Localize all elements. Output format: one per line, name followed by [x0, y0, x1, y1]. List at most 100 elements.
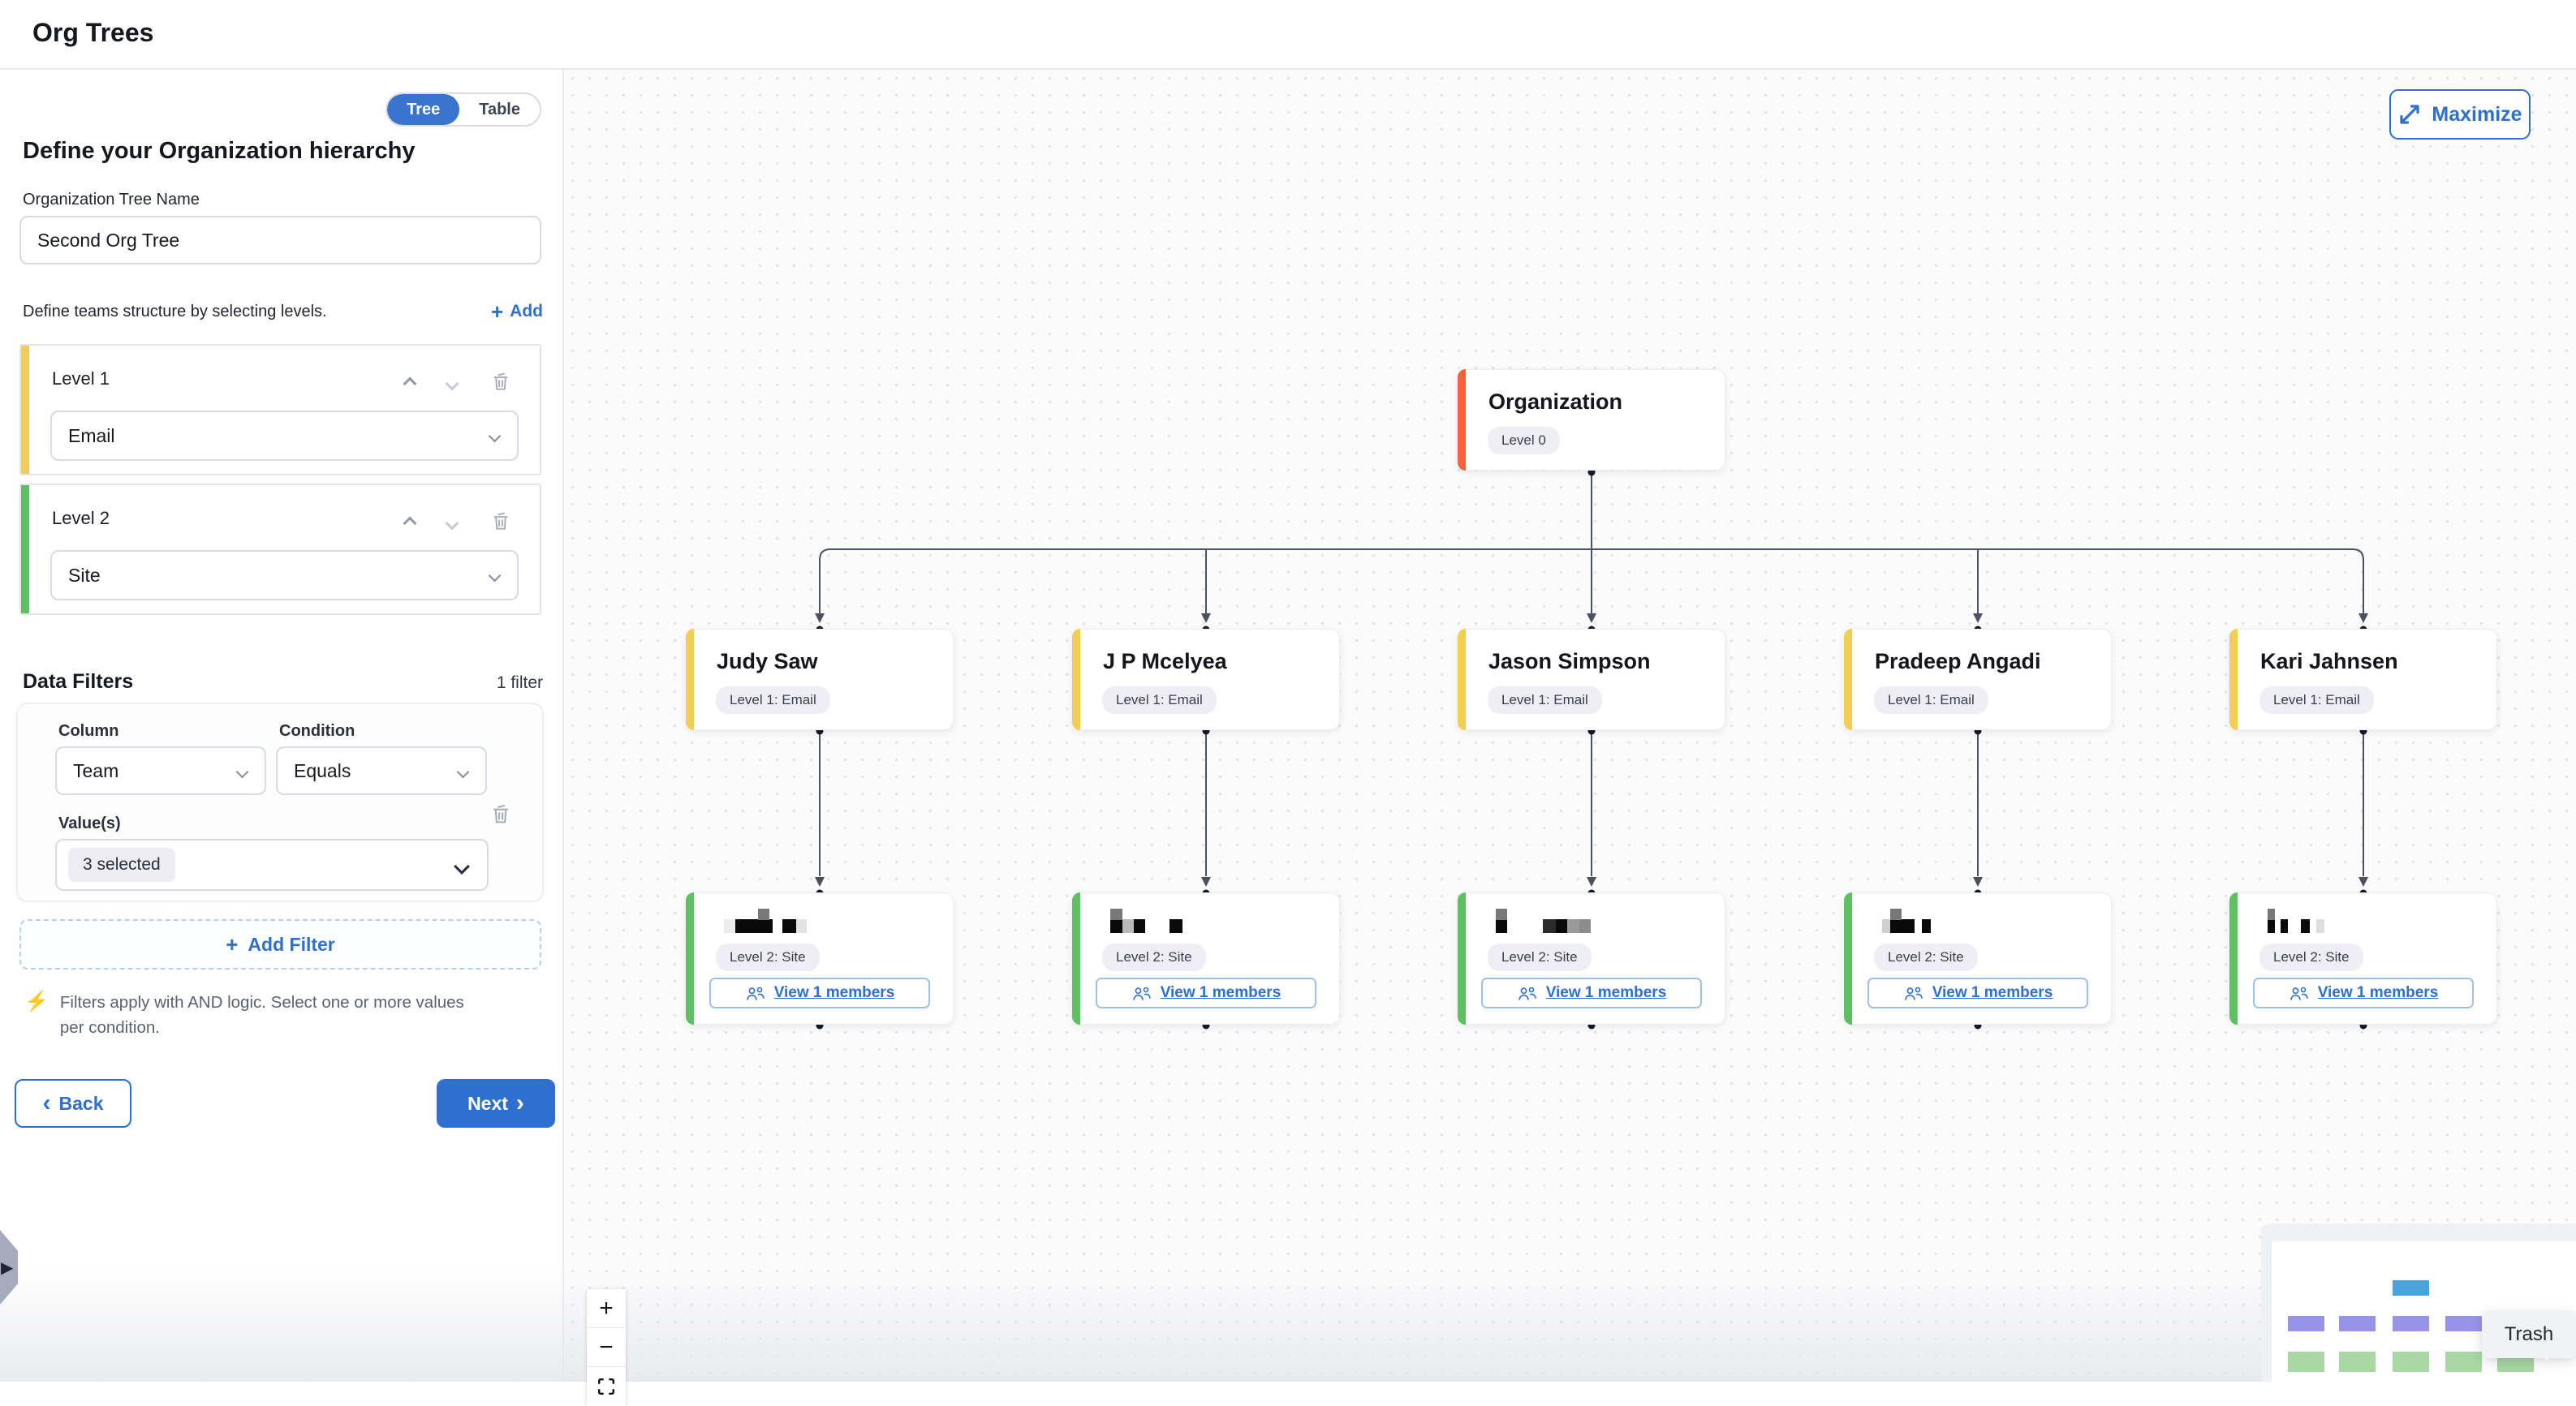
level-field-select[interactable]: Site: [50, 550, 519, 600]
level-badge: Level 0: [1488, 427, 1560, 454]
level-badge: Level 2: Site: [2259, 944, 2363, 971]
condition-label: Condition: [279, 722, 355, 741]
chevron-right-icon: ›: [516, 1095, 524, 1111]
level-badge: Level 2: Site: [716, 944, 820, 971]
org-node-level1[interactable]: Jason Simpson Level 1: Email: [1458, 629, 1725, 730]
node-title: Judy Saw: [717, 649, 818, 674]
members-icon: [2289, 986, 2310, 1001]
level-badge: Level 1: Email: [1488, 686, 1602, 714]
org-node-level2[interactable]: Level 2: Site View 1 members: [1844, 892, 2112, 1025]
node-accent-bar: [2229, 892, 2238, 1025]
minimap-level2-node: [2288, 1352, 2324, 1372]
level-badge: Level 1: Email: [1874, 686, 1988, 714]
org-node-level2[interactable]: Level 2: Site View 1 members: [2229, 892, 2497, 1025]
delete-level-icon[interactable]: [489, 370, 512, 397]
condition-select[interactable]: Equals: [276, 746, 487, 795]
members-icon: [1517, 986, 1538, 1001]
tree-name-input[interactable]: [19, 216, 541, 264]
expand-arrows-icon: [2397, 102, 2422, 127]
minimap-level1-node: [2393, 1316, 2429, 1331]
org-node-level1[interactable]: Pradeep Angadi Level 1: Email: [1844, 629, 2112, 730]
org-node-level1[interactable]: J P McelyeaLevel 1: Email: [1072, 629, 1340, 730]
redacted-node-title: [1882, 919, 1931, 933]
back-button[interactable]: ‹ Back: [15, 1079, 131, 1128]
values-select[interactable]: 3 selected: [55, 839, 489, 891]
add-filter-label: Add Filter: [248, 934, 334, 956]
node-accent-bar: [686, 629, 694, 730]
minimap-root-node: [2393, 1280, 2429, 1296]
members-icon: [1903, 986, 1924, 1001]
delete-filter-icon[interactable]: [489, 802, 513, 830]
minimap-level1-node: [2288, 1316, 2324, 1331]
add-level-button[interactable]: + Add: [491, 302, 543, 321]
level-accent-bar: [21, 346, 29, 474]
chevron-left-icon: ‹: [43, 1095, 51, 1111]
view-members-button[interactable]: View 1 members: [1481, 978, 1702, 1008]
node-accent-bar: [1458, 629, 1466, 730]
redacted-node-title: [1496, 919, 1591, 933]
node-title: Pradeep Angadi: [1875, 649, 2041, 674]
next-button[interactable]: Next ›: [437, 1079, 555, 1128]
level-field-select[interactable]: Email: [50, 411, 519, 461]
level-badge: Level 2: Site: [1874, 944, 1978, 971]
plus-icon: +: [491, 303, 503, 320]
move-down-icon[interactable]: [446, 376, 459, 390]
filter-card: Column Condition Team Equals Value(s) 3 …: [16, 703, 544, 902]
org-node-level1[interactable]: Kari JahnsenLevel 1: Email: [2229, 629, 2497, 730]
add-filter-button[interactable]: + Add Filter: [19, 919, 541, 970]
level-badge: Level 1: Email: [2259, 686, 2374, 714]
node-title: Organization: [1488, 389, 1622, 415]
page-title: Org Trees: [32, 18, 153, 48]
redacted-node-title: [724, 919, 807, 933]
level-accent-bar: [21, 485, 29, 613]
redacted-node-title: [1110, 919, 1182, 933]
view-toggle[interactable]: Tree Table: [386, 92, 541, 127]
level-badge: Level 2: Site: [1102, 944, 1206, 971]
move-up-icon[interactable]: [403, 516, 417, 530]
column-select[interactable]: Team: [55, 746, 266, 795]
fit-view-icon: [597, 1378, 615, 1395]
minimap-level2-node: [2393, 1352, 2429, 1372]
node-accent-bar: [1844, 629, 1852, 730]
org-node-level2[interactable]: Level 2: Site View 1 members: [1458, 892, 1725, 1025]
levels-instruction: Define teams structure by selecting leve…: [23, 303, 327, 321]
zoom-in-button[interactable]: +: [587, 1289, 626, 1328]
sidebar-heading: Define your Organization hierarchy: [23, 138, 415, 165]
plus-icon: +: [226, 936, 238, 952]
org-node-root[interactable]: Organization Level 0: [1458, 369, 1725, 471]
level-badge: Level 2: Site: [1488, 944, 1592, 971]
minimap-level2-node: [2339, 1352, 2376, 1372]
node-title: J P Mcelyea: [1103, 649, 1227, 674]
node-accent-bar: [1072, 892, 1080, 1025]
node-title: Jason Simpson: [1488, 649, 1651, 674]
level-badge: Level 1: Email: [716, 686, 830, 714]
view-members-button[interactable]: View 1 members: [1096, 978, 1316, 1008]
fit-view-button[interactable]: [587, 1367, 626, 1406]
toggle-table[interactable]: Table: [459, 94, 540, 125]
filters-note: ⚡ Filters apply with AND logic. Select o…: [24, 990, 479, 1040]
app-header: Org Trees: [0, 0, 2576, 70]
selected-count-chip: 3 selected: [68, 848, 175, 882]
delete-level-icon[interactable]: [489, 510, 512, 536]
maximize-button[interactable]: Maximize: [2389, 89, 2531, 140]
view-members-button[interactable]: View 1 members: [709, 978, 930, 1008]
minimap-level2-node: [2445, 1352, 2482, 1372]
column-label: Column: [58, 722, 118, 741]
org-node-level2[interactable]: Level 2: Site View 1 members: [686, 892, 954, 1025]
hierarchy-sidebar: Tree Table Define your Organization hier…: [0, 70, 564, 1382]
zoom-out-button[interactable]: −: [587, 1328, 626, 1367]
view-members-button[interactable]: View 1 members: [2253, 978, 2474, 1008]
chevron-down-icon: [454, 858, 470, 875]
move-up-icon[interactable]: [403, 376, 417, 390]
move-down-icon[interactable]: [446, 516, 459, 530]
org-node-level1[interactable]: Judy Saw Level 1: Email: [686, 629, 954, 730]
members-icon: [745, 986, 766, 1001]
org-node-level2[interactable]: Level 2: Site View 1 members: [1072, 892, 1340, 1025]
chevron-down-icon: [236, 765, 249, 778]
play-arrow-icon: ▶: [1, 1258, 13, 1278]
toggle-tree[interactable]: Tree: [387, 94, 459, 125]
level-cards: Level 1 Email Level 2 Site: [19, 344, 541, 623]
chevron-down-icon: [457, 765, 470, 778]
level-card-2: Level 2 Site: [19, 484, 541, 615]
view-members-button[interactable]: View 1 members: [1867, 978, 2088, 1008]
